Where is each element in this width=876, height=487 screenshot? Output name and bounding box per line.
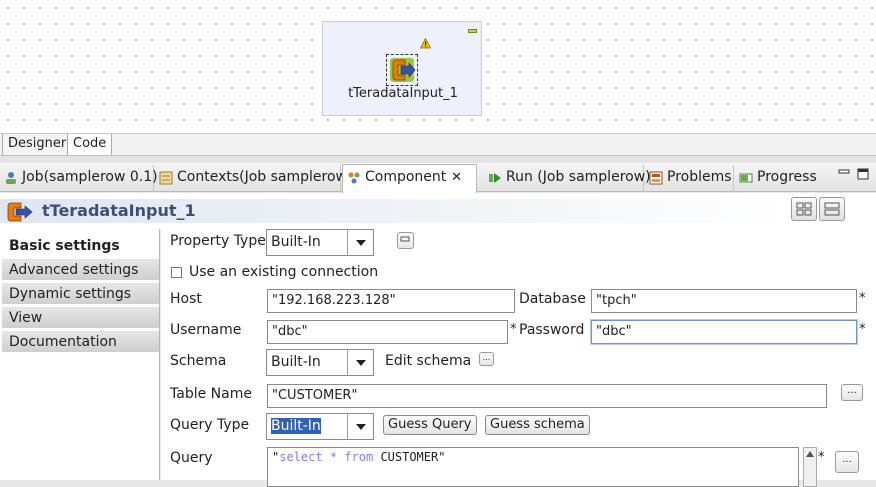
- username-label: Username: [170, 322, 242, 338]
- database-input[interactable]: "tpch": [591, 289, 857, 313]
- tab-progress[interactable]: Progress: [735, 165, 821, 192]
- tab-component-label: Component: [365, 169, 447, 185]
- component-node[interactable]: tTeradataInput_1: [322, 21, 482, 116]
- existing-connection-label: Use an existing connection: [189, 264, 379, 280]
- contexts-icon: [159, 171, 173, 185]
- property-repo-button[interactable]: [397, 232, 414, 249]
- query-label: Query: [170, 450, 213, 466]
- table-name-browse-button[interactable]: ...: [841, 384, 863, 401]
- designer-canvas[interactable]: tTeradataInput_1: [0, 0, 876, 135]
- tab-run[interactable]: Run (Job samplerow): [484, 165, 651, 192]
- close-icon[interactable]: ✕: [451, 165, 462, 190]
- list-layout-icon: [824, 202, 840, 216]
- splitter[interactable]: [0, 155, 876, 163]
- grid-layout-icon: [796, 202, 812, 216]
- schema-select[interactable]: Built-In: [266, 349, 374, 376]
- nav-dynamic-settings[interactable]: Dynamic settings: [2, 283, 159, 305]
- designer-code-tabs: Designer Code: [0, 133, 876, 156]
- host-label: Host: [170, 291, 202, 307]
- query-editor[interactable]: "select * from CUSTOMER": [267, 447, 799, 487]
- query-keyword: from: [344, 450, 374, 464]
- existing-connection-checkbox[interactable]: [171, 267, 182, 278]
- minimize-marker[interactable]: [468, 29, 477, 33]
- query-star: *: [329, 450, 338, 464]
- username-input[interactable]: "dbc": [267, 320, 508, 344]
- chevron-down-icon[interactable]: [347, 230, 373, 255]
- view-tab-bar: Job(samplerow 0.1) Contexts(Job samplero…: [0, 163, 876, 193]
- guess-schema-button[interactable]: Guess schema: [485, 415, 590, 435]
- guess-query-button[interactable]: Guess Query: [383, 415, 477, 435]
- query-edit-button[interactable]: ...: [835, 451, 859, 473]
- tab-job[interactable]: Job(samplerow 0.1): [0, 165, 158, 192]
- teradata-input-icon[interactable]: [386, 54, 418, 86]
- nav-advanced-settings[interactable]: Advanced settings: [2, 259, 159, 281]
- tab-problems-label: Problems: [667, 169, 732, 185]
- query-table: CUSTOMER: [380, 450, 439, 464]
- nav-view[interactable]: View: [2, 307, 159, 329]
- query-type-label: Query Type: [170, 417, 250, 433]
- nav-documentation[interactable]: Documentation: [2, 331, 159, 353]
- basic-settings-form: Property Type Built-In Use an existing c…: [161, 229, 876, 487]
- tab-component[interactable]: Component ✕: [342, 164, 477, 193]
- edit-schema-label: Edit schema: [385, 353, 472, 369]
- required-mark: *: [859, 322, 866, 337]
- password-label: Password: [519, 322, 585, 338]
- tab-layout-button[interactable]: [791, 197, 817, 221]
- required-mark: *: [859, 291, 866, 306]
- host-input[interactable]: "192.168.223.128": [267, 289, 515, 313]
- progress-icon: [739, 173, 753, 183]
- property-type-value: Built-In: [271, 234, 321, 250]
- chevron-down-icon[interactable]: [347, 350, 373, 375]
- required-mark: *: [818, 450, 825, 465]
- job-icon: [6, 172, 16, 184]
- problems-icon: [649, 171, 663, 185]
- query-type-value: Built-In: [271, 418, 321, 434]
- edit-schema-button[interactable]: ...: [479, 352, 494, 366]
- minimize-icon[interactable]: [838, 168, 850, 180]
- table-name-label: Table Name: [170, 386, 252, 402]
- repository-icon: [400, 236, 410, 242]
- query-keyword: select: [279, 450, 323, 464]
- settings-nav: Basic settings Advanced settings Dynamic…: [0, 229, 160, 480]
- warning-icon: [420, 38, 431, 49]
- tab-code[interactable]: Code: [67, 134, 113, 156]
- component-label: tTeradataInput_1: [348, 86, 458, 101]
- schema-label: Schema: [170, 353, 227, 369]
- query-scrollbar[interactable]: [803, 447, 817, 487]
- chevron-down-icon[interactable]: [347, 414, 373, 439]
- tab-progress-label: Progress: [757, 169, 817, 185]
- query-type-select[interactable]: Built-In: [266, 413, 374, 440]
- component-title: tTeradataInput_1: [42, 201, 196, 220]
- maximize-icon[interactable]: [857, 168, 869, 180]
- password-input[interactable]: "dbc": [591, 320, 857, 344]
- tab-designer[interactable]: Designer: [2, 134, 73, 156]
- table-name-input[interactable]: "CUSTOMER": [267, 384, 827, 408]
- tab-contexts[interactable]: Contexts(Job samplerow: [155, 165, 347, 192]
- component-header: tTeradataInput_1: [0, 193, 876, 229]
- component-icon: [348, 172, 360, 184]
- property-type-select[interactable]: Built-In: [266, 229, 374, 256]
- database-label: Database: [519, 291, 586, 307]
- tab-contexts-label: Contexts(Job samplerow: [177, 169, 347, 185]
- nav-basic-settings[interactable]: Basic settings: [2, 235, 159, 257]
- list-layout-button[interactable]: [819, 197, 845, 221]
- required-mark: *: [510, 322, 517, 337]
- tab-run-label: Run (Job samplerow): [506, 169, 651, 185]
- property-type-label: Property Type: [170, 233, 266, 249]
- tab-job-label: Job(samplerow 0.1): [22, 169, 158, 185]
- run-icon: [489, 173, 501, 183]
- schema-value: Built-In: [271, 354, 321, 370]
- tab-problems[interactable]: Problems: [645, 165, 734, 192]
- teradata-input-icon: [7, 202, 33, 222]
- chevron-up-icon[interactable]: [804, 449, 816, 459]
